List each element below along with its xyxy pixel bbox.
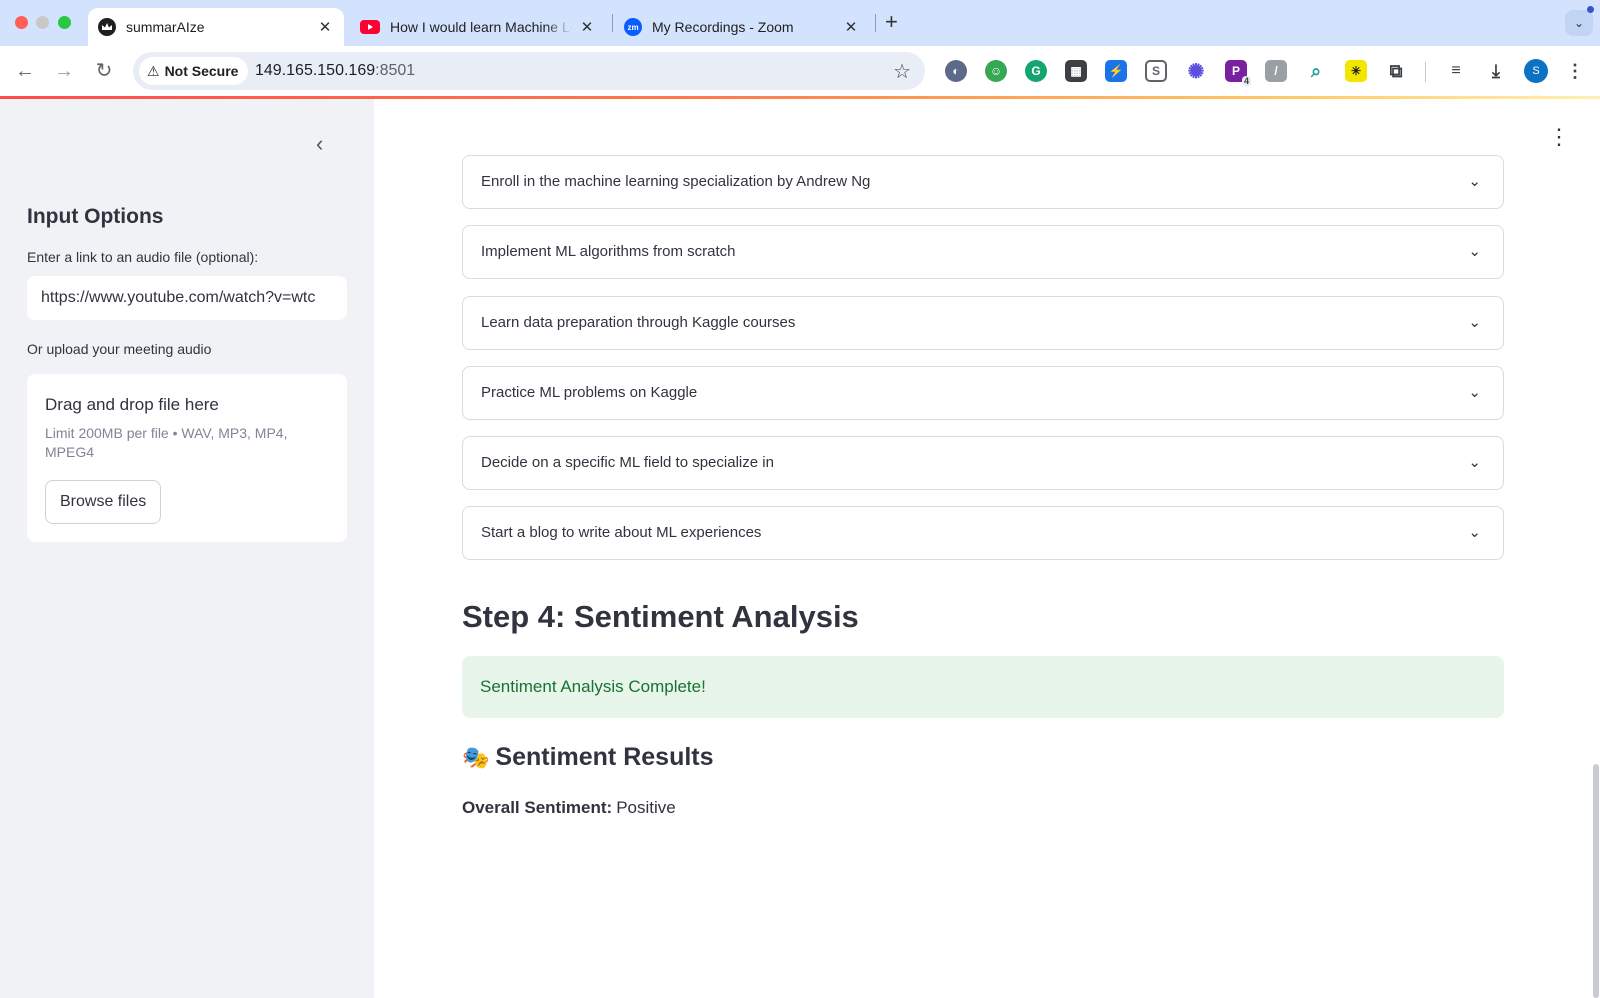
success-alert: Sentiment Analysis Complete! [462,656,1504,718]
extension-p-icon[interactable]: P 4 [1225,60,1251,86]
expander-item[interactable]: Enroll in the machine learning specializ… [462,155,1504,209]
profile-avatar[interactable]: S [1524,59,1548,83]
theater-masks-icon: 🎭 [462,744,490,770]
expander-label: Decide on a specific ML field to special… [481,454,774,471]
back-button[interactable]: ← [12,58,38,84]
browser-toolbar: ← → ↻ ⚠ Not Secure 149.165.150.169:8501 … [0,46,1600,96]
security-indicator[interactable]: ⚠ Not Secure [139,57,249,85]
security-label: Not Secure [164,63,239,79]
url-host: 149.165.150.169 [255,62,376,79]
reload-button[interactable]: ↻ [91,58,117,84]
expander-label: Implement ML algorithms from scratch [481,243,736,260]
close-tab-icon[interactable]: ✕ [316,18,334,36]
audio-link-label: Enter a link to an audio file (optional)… [27,249,259,265]
extension-grammarly-icon[interactable]: G [1025,60,1047,82]
tab-summaraize[interactable]: summarAIze ✕ [88,8,344,46]
dropzone-title: Drag and drop file here [45,395,219,414]
main-content: ⋮ Enroll in the machine learning special… [374,99,1600,998]
extension-tampermonkey-icon[interactable]: ▦ [1065,60,1087,82]
extension-badge: 4 [1241,76,1251,86]
maximize-window-button[interactable] [58,16,71,29]
extension-sun-icon[interactable]: ✳ [1345,60,1367,82]
extension-pen-icon[interactable]: / [1265,60,1287,82]
overall-sentiment-value: Positive [616,798,676,817]
chevron-down-icon: ⌄ [1468,173,1481,190]
extension-search-icon[interactable]: ⌕ [1305,60,1327,82]
main-scrollbar[interactable] [1593,764,1599,998]
chevron-down-icon: ⌄ [1468,454,1481,471]
step-heading: Step 4: Sentiment Analysis [462,599,859,634]
overall-sentiment-label: Overall Sentiment: [462,798,613,817]
tab-title: summarAIze [126,19,205,35]
tab-youtube[interactable]: How I would learn Machine Le ✕ [350,8,606,46]
toolbar-separator [1425,62,1426,82]
extension-asterisk-icon[interactable]: ✺ [1185,60,1207,83]
tab-search-button[interactable]: ⌄ [1565,10,1593,36]
youtube-icon [360,20,380,34]
streamlit-crown-icon [98,18,116,36]
close-tab-icon[interactable]: ✕ [842,18,860,36]
extension-s-icon[interactable]: S [1145,60,1167,82]
url-text[interactable]: 149.165.150.169:8501 [255,62,415,80]
chevron-down-icon: ⌄ [1468,524,1481,541]
bookmark-star-icon[interactable]: ☆ [893,59,911,84]
download-icon[interactable]: ⤓ [1485,60,1507,82]
expander-item[interactable]: Decide on a specific ML field to special… [462,436,1504,490]
main-menu-kebab-icon[interactable]: ⋮ [1548,126,1570,148]
extension-lens-icon[interactable]: ◐ [945,60,967,82]
audio-link-input[interactable]: https://www.youtube.com/watch?v=wtc [27,276,347,320]
warning-icon: ⚠ [147,62,160,79]
dropzone-limit-text: Limit 200MB per file • WAV, MP3, MP4, MP… [45,425,288,460]
forward-button[interactable]: → [51,58,77,84]
media-control-icon[interactable]: ≡ [1445,60,1467,82]
extension-android-icon[interactable]: ☺ [985,60,1007,82]
upload-label: Or upload your meeting audio [27,341,212,357]
expander-item[interactable]: Start a blog to write about ML experienc… [462,506,1504,560]
browse-files-button[interactable]: Browse files [45,480,162,524]
expander-item[interactable]: Implement ML algorithms from scratch ⌄ [462,225,1504,279]
tab-zoom[interactable]: zm My Recordings - Zoom ✕ [614,8,870,46]
tab-separator [612,14,613,32]
new-tab-button[interactable]: + [885,10,898,34]
address-bar[interactable]: ⚠ Not Secure 149.165.150.169:8501 ☆ [133,52,925,90]
expander-label: Practice ML problems on Kaggle [481,384,698,401]
browser-tab-strip: summarAIze ✕ How I would learn Machine L… [0,0,1600,46]
chevron-down-icon: ⌄ [1468,314,1481,331]
extension-lightning-icon[interactable]: ⚡ [1105,60,1127,82]
tab-separator [875,14,876,32]
extensions-puzzle-icon[interactable]: ⧉ [1385,60,1407,82]
collapse-sidebar-chevron-left-icon[interactable]: ‹ [316,131,323,157]
browser-menu-icon[interactable]: ⋮ [1564,60,1586,82]
expander-item[interactable]: Practice ML problems on Kaggle ⌄ [462,366,1504,420]
overall-sentiment: Overall Sentiment: Positive [462,798,676,818]
results-heading: 🎭 Sentiment Results [462,743,714,772]
minimize-window-button[interactable] [36,16,49,29]
expander-item[interactable]: Learn data preparation through Kaggle co… [462,296,1504,350]
expander-label: Enroll in the machine learning specializ… [481,173,871,190]
tab-title: My Recordings - Zoom [652,19,794,35]
zoom-icon: zm [624,18,642,36]
expander-label: Learn data preparation through Kaggle co… [481,314,796,331]
chevron-down-icon: ⌄ [1468,384,1481,401]
sidebar: ‹ Input Options Enter a link to an audio… [0,99,374,998]
url-port: :8501 [375,62,416,79]
close-tab-icon[interactable]: ✕ [578,18,596,36]
results-heading-text: Sentiment Results [495,743,714,771]
expander-label: Start a blog to write about ML experienc… [481,524,762,541]
notification-dot [1587,6,1594,13]
tab-title: How I would learn Machine Le [390,19,572,35]
close-window-button[interactable] [15,16,28,29]
chevron-down-icon: ⌄ [1468,243,1481,260]
file-dropzone[interactable]: Drag and drop file here Limit 200MB per … [27,374,347,542]
sidebar-title: Input Options [27,205,164,228]
